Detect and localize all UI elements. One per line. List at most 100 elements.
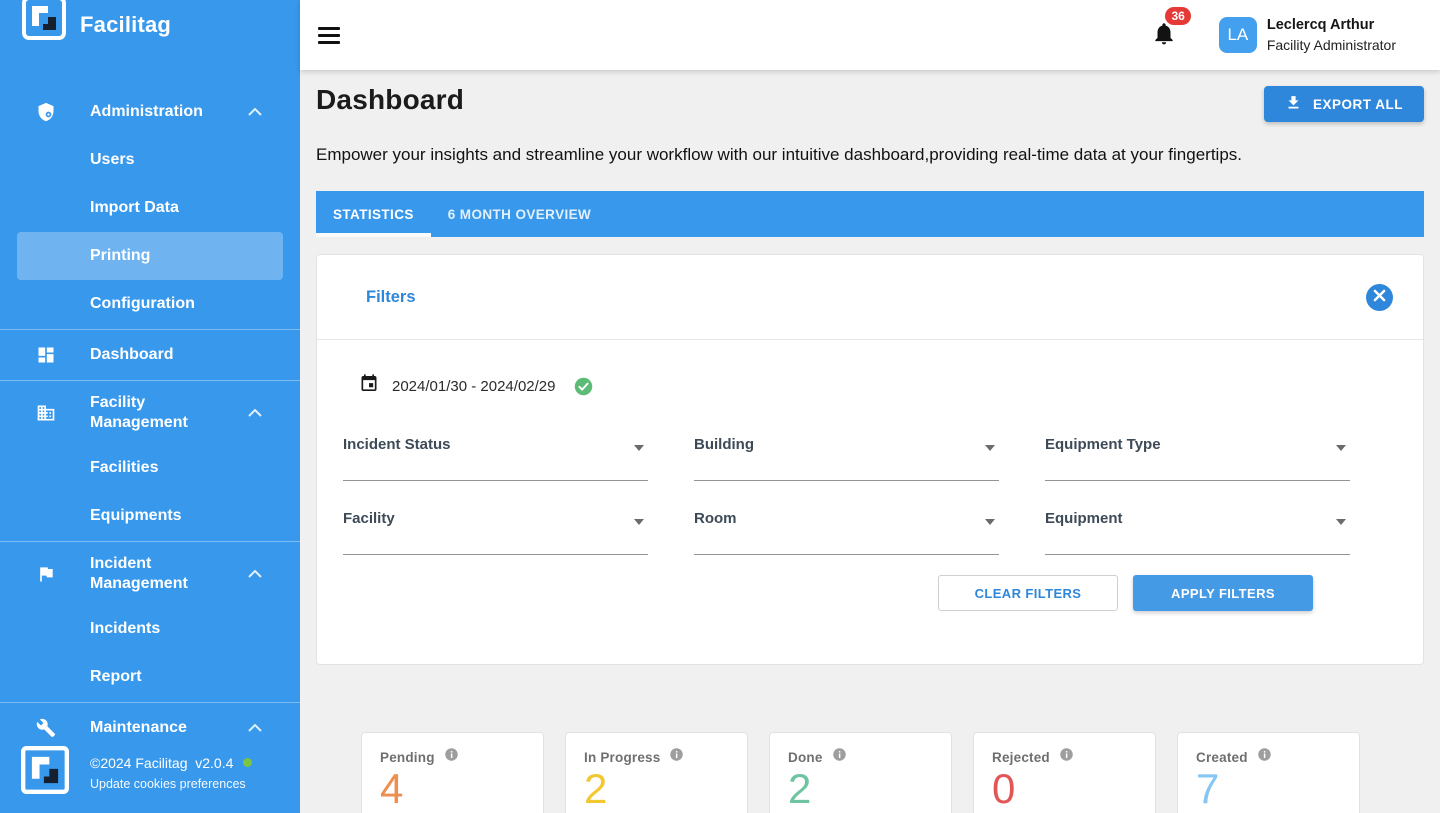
date-range-picker[interactable]: 2024/01/30 - 2024/02/29 — [359, 373, 1397, 399]
tab-bar: STATISTICS 6 MONTH OVERVIEW — [316, 191, 1424, 237]
stat-label: Done — [788, 750, 823, 765]
tab-6-month-overview[interactable]: 6 MONTH OVERVIEW — [431, 191, 608, 237]
brand: Facilitag — [0, 0, 300, 50]
flag-icon — [34, 562, 58, 586]
sidebar: Facilitag Administration Users Import Da… — [0, 0, 300, 813]
top-header: 36 LA Leclercq Arthur Facility Administr… — [300, 0, 1440, 70]
stat-value: 7 — [1196, 767, 1359, 811]
filters-panel: Filters 2024/01/30 - 2024/02/29 — [316, 254, 1424, 665]
chevron-up-icon — [248, 570, 262, 578]
calendar-icon — [359, 373, 379, 399]
facilitag-logo-icon — [22, 0, 66, 45]
sidebar-item-label: Report — [90, 667, 142, 687]
stat-card-done: Done 2 — [769, 732, 952, 813]
sidebar-item-users[interactable]: Users — [0, 136, 300, 184]
info-icon[interactable] — [669, 747, 684, 767]
dropdown-arrow-icon — [985, 445, 995, 451]
sidebar-item-label: Configuration — [90, 294, 195, 314]
sidebar-item-incident-management[interactable]: Incident Management — [0, 543, 300, 605]
sidebar-item-label: Incidents — [90, 619, 160, 639]
chevron-up-icon — [248, 409, 262, 417]
stat-label: Created — [1196, 750, 1248, 765]
stat-value: 2 — [584, 767, 747, 811]
close-icon — [1373, 289, 1386, 305]
info-icon[interactable] — [1059, 747, 1074, 767]
sidebar-item-label: Equipments — [90, 506, 182, 526]
sidebar-menu: Administration Users Import Data Printin… — [0, 88, 300, 752]
dropdown-arrow-icon — [1336, 519, 1346, 525]
sidebar-item-dashboard[interactable]: Dashboard — [0, 331, 300, 379]
stat-value: 2 — [788, 767, 951, 811]
hamburger-menu-icon[interactable] — [318, 27, 340, 44]
sidebar-item-label: Incident Management — [90, 554, 238, 594]
sidebar-item-label: Administration — [90, 102, 203, 122]
info-icon[interactable] — [444, 747, 459, 767]
avatar[interactable]: LA — [1219, 17, 1257, 53]
export-all-button[interactable]: EXPORT ALL — [1264, 86, 1424, 122]
facility-select[interactable]: Facility — [343, 510, 648, 555]
sidebar-item-label: Facilities — [90, 458, 158, 478]
check-circle-icon — [573, 376, 594, 397]
apply-filters-button[interactable]: APPLY FILTERS — [1133, 575, 1313, 611]
sidebar-item-configuration[interactable]: Configuration — [0, 280, 300, 328]
tab-statistics[interactable]: STATISTICS — [316, 191, 431, 237]
info-icon[interactable] — [832, 747, 847, 767]
sidebar-divider — [0, 541, 300, 542]
stat-card-rejected: Rejected 0 — [973, 732, 1156, 813]
stat-value: 4 — [380, 767, 543, 811]
cookies-preferences-link[interactable]: Update cookies preferences — [90, 777, 252, 791]
status-dot-icon — [243, 758, 252, 767]
incident-status-select[interactable]: Incident Status — [343, 436, 648, 481]
version-text: ©2024 Facilitag v2.0.4 — [90, 755, 252, 771]
dropdown-arrow-icon — [634, 519, 644, 525]
close-filters-button[interactable] — [1366, 284, 1393, 311]
notifications-button[interactable]: 36 — [1151, 19, 1177, 52]
room-select[interactable]: Room — [694, 510, 999, 555]
sidebar-item-label: Import Data — [90, 198, 179, 218]
sidebar-item-maintenance[interactable]: Maintenance — [0, 704, 300, 752]
shield-icon — [34, 100, 58, 124]
sidebar-divider — [0, 329, 300, 330]
sidebar-item-administration[interactable]: Administration — [0, 88, 300, 136]
clear-filters-button[interactable]: CLEAR FILTERS — [938, 575, 1118, 611]
brand-title: Facilitag — [80, 12, 171, 38]
wrench-icon — [34, 716, 58, 740]
dashboard-icon — [34, 343, 58, 367]
sidebar-item-label: Users — [90, 150, 134, 170]
building-select[interactable]: Building — [694, 436, 999, 481]
app-root: Facilitag Administration Users Import Da… — [0, 0, 1440, 813]
equipment-select[interactable]: Equipment — [1045, 510, 1350, 555]
sidebar-item-facilities[interactable]: Facilities — [0, 444, 300, 492]
user-info[interactable]: Leclercq Arthur Facility Administrator — [1267, 17, 1396, 53]
main-area: 36 LA Leclercq Arthur Facility Administr… — [300, 0, 1440, 813]
dropdown-arrow-icon — [1336, 445, 1346, 451]
sidebar-item-incidents[interactable]: Incidents — [0, 605, 300, 653]
stat-label: Pending — [380, 750, 435, 765]
filters-title: Filters — [366, 288, 416, 307]
sidebar-item-facility-management[interactable]: Facility Management — [0, 382, 300, 444]
sidebar-footer: ©2024 Facilitag v2.0.4 Update cookies pr… — [21, 746, 252, 799]
sidebar-item-import-data[interactable]: Import Data — [0, 184, 300, 232]
sidebar-item-printing[interactable]: Printing — [17, 232, 283, 280]
facilitag-logo-icon — [21, 746, 69, 799]
page-title: Dashboard — [316, 84, 464, 116]
sidebar-item-equipments[interactable]: Equipments — [0, 492, 300, 540]
user-name: Leclercq Arthur — [1267, 17, 1396, 33]
download-icon — [1285, 94, 1302, 114]
stat-card-created: Created 7 — [1177, 732, 1360, 813]
chevron-up-icon — [248, 108, 262, 116]
bell-icon — [1151, 34, 1177, 51]
dropdown-arrow-icon — [985, 519, 995, 525]
sidebar-item-report[interactable]: Report — [0, 653, 300, 701]
equipment-type-select[interactable]: Equipment Type — [1045, 436, 1350, 481]
stat-card-in-progress: In Progress 2 — [565, 732, 748, 813]
sidebar-item-label: Dashboard — [90, 345, 174, 365]
sidebar-divider — [0, 702, 300, 703]
user-role: Facility Administrator — [1267, 37, 1396, 53]
dropdown-arrow-icon — [634, 445, 644, 451]
sidebar-item-label: Facility Management — [90, 393, 238, 433]
sidebar-item-label: Maintenance — [90, 718, 187, 738]
stat-label: Rejected — [992, 750, 1050, 765]
building-icon — [34, 401, 58, 425]
info-icon[interactable] — [1257, 747, 1272, 767]
